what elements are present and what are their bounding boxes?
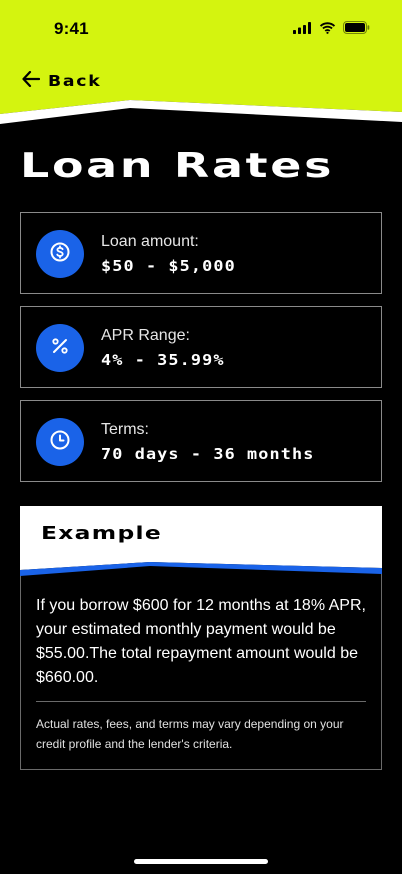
example-title: Example [41, 523, 163, 544]
header: 9:41 Back [0, 0, 402, 124]
home-indicator[interactable] [134, 859, 268, 864]
loan-amount-card: Loan amount: $50 - $5,000 [20, 212, 382, 294]
dollar-icon [49, 241, 71, 268]
arrow-left-icon [22, 70, 41, 92]
divider [36, 701, 366, 702]
terms-card: Terms: 70 days - 36 months [20, 400, 382, 482]
clock-icon-badge [36, 418, 84, 466]
card-value: 4% - 35.99% [101, 351, 225, 369]
card-value: $50 - $5,000 [101, 257, 236, 275]
wifi-icon [319, 21, 336, 39]
card-value: 70 days - 36 months [101, 445, 315, 463]
clock-icon [49, 429, 71, 456]
disclaimer-note: Actual rates, fees, and terms may vary d… [36, 717, 344, 751]
percent-icon [50, 336, 70, 361]
back-label: Back [48, 72, 102, 90]
page-title: Loan Rates [20, 146, 335, 186]
apr-range-card: APR Range: 4% - 35.99% [20, 306, 382, 388]
dollar-icon-badge [36, 230, 84, 278]
card-label: Loan amount: [101, 233, 199, 250]
status-time: 9:41 [54, 19, 89, 38]
example-body: If you borrow $600 for 12 months at 18% … [36, 597, 366, 686]
signal-icon [293, 21, 312, 39]
status-bar: 9:41 [0, 0, 402, 58]
example-panel: Example If you borrow $600 for 12 months… [20, 506, 382, 770]
card-label: Terms: [101, 421, 149, 438]
card-label: APR Range: [101, 327, 190, 344]
percent-icon-badge [36, 324, 84, 372]
battery-icon [343, 21, 370, 39]
back-button[interactable]: Back [22, 70, 100, 92]
